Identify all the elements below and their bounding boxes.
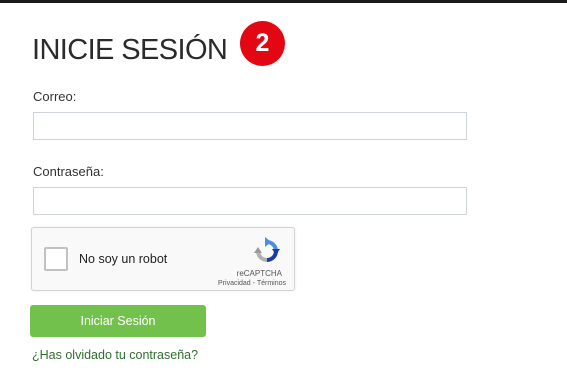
forgot-password-link[interactable]: ¿Has olvidado tu contraseña?: [32, 348, 198, 362]
step-badge: 2: [240, 21, 285, 66]
email-label: Correo:: [33, 89, 77, 104]
email-field[interactable]: [33, 112, 467, 140]
terms-link[interactable]: Términos: [257, 280, 286, 287]
recaptcha-label: No soy un robot: [79, 252, 168, 266]
top-divider: [0, 0, 567, 3]
password-field[interactable]: [33, 187, 467, 215]
recaptcha-widget: No soy un robot reCAPTCHA Privacidad - T…: [31, 227, 295, 291]
password-label: Contraseña:: [33, 164, 104, 179]
recaptcha-links: Privacidad - Términos: [218, 280, 286, 287]
login-button[interactable]: Iniciar Sesión: [30, 305, 206, 337]
recaptcha-checkbox[interactable]: [44, 247, 68, 271]
page-title: INICIE SESIÓN: [32, 34, 228, 66]
recaptcha-brand: reCAPTCHA: [236, 269, 282, 278]
recaptcha-logo-icon: [254, 237, 280, 262]
privacy-link[interactable]: Privacidad: [218, 280, 251, 287]
